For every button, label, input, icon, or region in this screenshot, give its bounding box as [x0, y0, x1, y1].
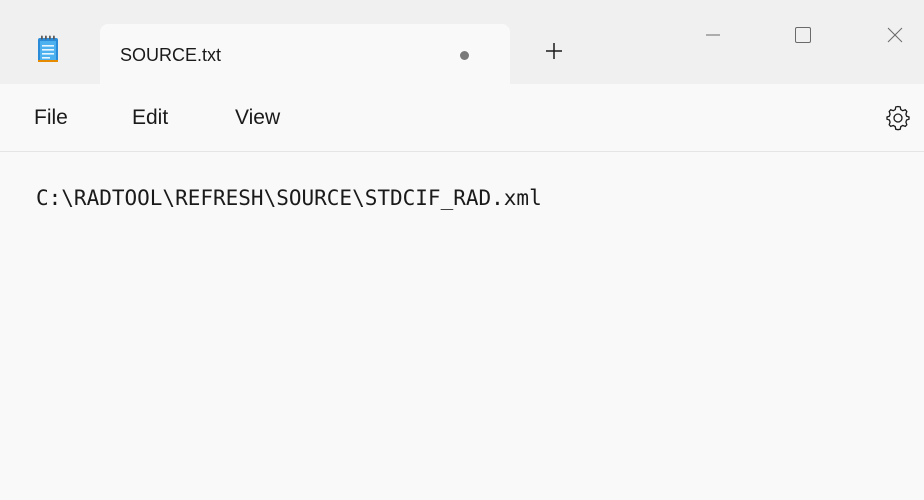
- tab-source-txt[interactable]: SOURCE.txt: [100, 24, 510, 84]
- close-button[interactable]: [872, 18, 918, 52]
- menu-file[interactable]: File: [34, 106, 68, 130]
- notepad-icon: [38, 35, 58, 62]
- minimize-button[interactable]: [690, 18, 736, 52]
- editor-content[interactable]: C:\RADTOOL\REFRESH\SOURCE\STDCIF_RAD.xml: [36, 186, 542, 210]
- text-editor[interactable]: C:\RADTOOL\REFRESH\SOURCE\STDCIF_RAD.xml: [0, 153, 924, 500]
- close-icon: [887, 27, 903, 43]
- gear-icon[interactable]: [884, 104, 912, 132]
- menu-bar: File Edit View: [0, 84, 924, 152]
- menu-edit[interactable]: Edit: [132, 106, 168, 130]
- notepad-window: SOURCE.txt File Edit View C:\RADTOOL\REF…: [0, 0, 924, 500]
- plus-icon[interactable]: [541, 38, 567, 64]
- unsaved-dot-icon[interactable]: [460, 51, 469, 60]
- tab-title: SOURCE.txt: [120, 45, 222, 65]
- maximize-button[interactable]: [780, 18, 826, 52]
- maximize-icon: [795, 27, 811, 43]
- menu-view[interactable]: View: [235, 106, 280, 130]
- title-bar[interactable]: SOURCE.txt: [0, 0, 924, 84]
- minimize-icon: [706, 34, 720, 36]
